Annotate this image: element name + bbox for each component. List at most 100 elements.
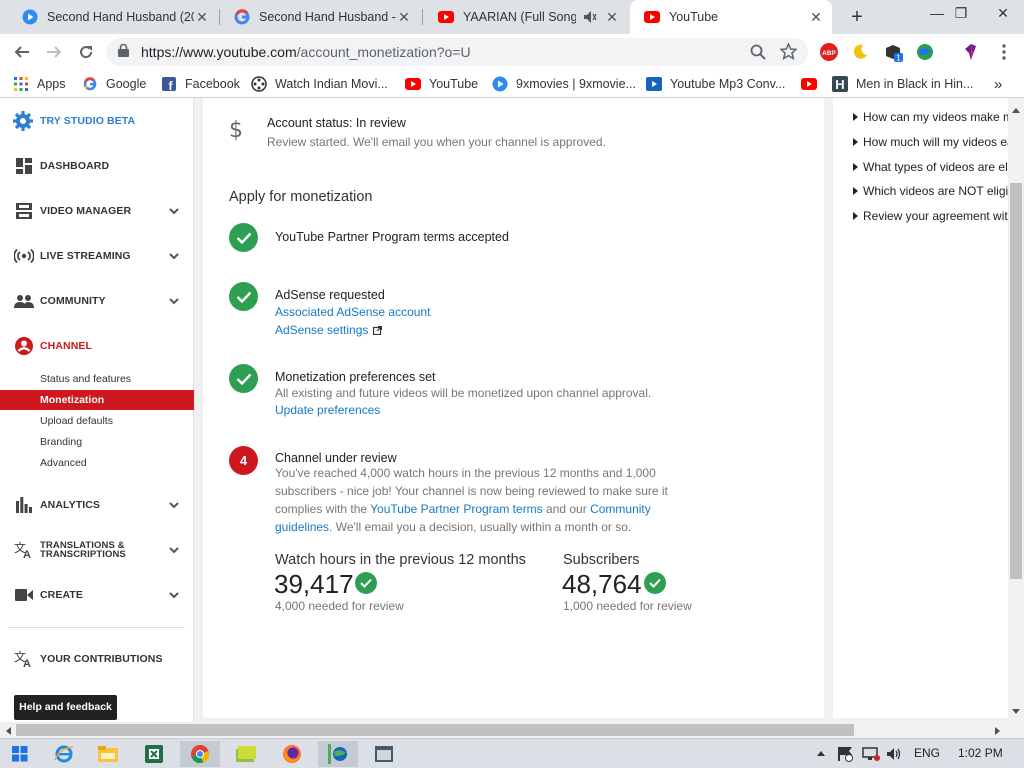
internet-explorer-icon[interactable] — [44, 741, 84, 767]
more-bookmarks-icon[interactable]: » — [994, 75, 1002, 93]
help-topic-item[interactable]: How can my videos make m — [853, 110, 1008, 124]
paragraph-text: and our — [542, 502, 591, 516]
bookmark-facebook[interactable]: f Facebook — [161, 75, 240, 93]
system-clock[interactable]: 1:02 PM — [958, 746, 1003, 760]
globe-extension-icon[interactable] — [916, 43, 934, 61]
windows-start-icon[interactable] — [0, 741, 40, 767]
bookmark-apps[interactable]: Apps — [13, 75, 66, 93]
youtube-icon — [801, 76, 817, 92]
sidebar-item-community[interactable]: COMMUNITY — [0, 286, 194, 316]
chevron-down-icon[interactable] — [168, 295, 180, 307]
adsense-settings-link[interactable]: AdSense settings — [275, 323, 383, 337]
address-toolbar: https://www.youtube.com/account_monetiza… — [0, 34, 1024, 70]
bookmark-youtube-red[interactable] — [801, 75, 825, 93]
menu-kebab-icon[interactable] — [992, 40, 1016, 64]
browser-tab-2[interactable]: Second Hand Husband - G ✕ — [220, 0, 420, 34]
spreadsheet-app-icon[interactable] — [134, 741, 174, 767]
back-icon[interactable] — [10, 40, 34, 64]
video-manager-icon — [14, 201, 34, 221]
input-language[interactable]: ENG — [914, 746, 940, 760]
chevron-down-icon[interactable] — [168, 205, 180, 217]
zoom-search-icon[interactable] — [750, 44, 766, 63]
scroll-up-arrow-icon[interactable] — [1011, 106, 1021, 114]
speaker-mute-icon[interactable] — [582, 9, 598, 25]
forward-icon[interactable] — [42, 40, 66, 64]
adblock-extension-icon[interactable]: ABP — [820, 43, 838, 61]
help-topic-item[interactable]: How much will my videos ea — [853, 135, 1008, 149]
firefox-icon[interactable] — [272, 741, 312, 767]
browser-tab-3[interactable]: YAARIAN (Full Song) | ✕ — [424, 0, 628, 34]
scroll-left-arrow-icon[interactable] — [4, 726, 12, 736]
sidebar-item-translations[interactable]: 文A TRANSLATIONS & TRANSCRIPTIONS — [0, 535, 194, 565]
sidebar-subitem-branding[interactable]: Branding — [0, 432, 194, 452]
sidebar-item-live-streaming[interactable]: LIVE STREAMING — [0, 241, 194, 271]
apps-grid-icon — [13, 76, 29, 92]
link-label: AdSense settings — [275, 323, 369, 337]
browser-tab-1[interactable]: Second Hand Husband (20 ✕ — [8, 0, 218, 34]
chevron-down-icon[interactable] — [168, 499, 180, 511]
sidebar-subitem-status-and-features[interactable]: Status and features — [0, 369, 194, 389]
url-bar[interactable]: https://www.youtube.com/account_monetiza… — [106, 38, 808, 66]
horizontal-scrollbar-thumb[interactable] — [16, 724, 854, 736]
bookmark-youtube[interactable]: YouTube — [405, 75, 478, 93]
sidebar-subitem-monetization[interactable]: Monetization — [0, 390, 194, 410]
sidebar-subitem-advanced[interactable]: Advanced — [0, 453, 194, 473]
sidebar-item-your-contributions[interactable]: 文A YOUR CONTRIBUTIONS — [0, 644, 194, 674]
subscribers-label: Subscribers — [563, 552, 640, 568]
sidebar-item-video-manager[interactable]: VIDEO MANAGER — [0, 196, 194, 226]
account-circle-icon — [14, 336, 34, 356]
bookmark-google[interactable]: Google — [82, 75, 146, 93]
help-topic-label: How can my videos make m — [863, 110, 1008, 124]
subscribers-value: 48,764 — [562, 569, 642, 599]
file-explorer-icon[interactable] — [88, 741, 128, 767]
bookmark-9xmovies[interactable]: 9xmovies | 9xmovie... — [492, 75, 636, 93]
scroll-right-arrow-icon[interactable] — [994, 726, 1002, 736]
tab-separator — [422, 9, 423, 25]
network-icon[interactable] — [862, 747, 880, 761]
chevron-down-icon[interactable] — [168, 589, 180, 601]
tray-expand-icon[interactable] — [816, 750, 826, 757]
volume-icon[interactable] — [886, 747, 902, 761]
bookmark-star-icon[interactable] — [779, 42, 798, 63]
sidebar-item-create[interactable]: CREATE — [0, 580, 194, 610]
partner-program-terms-link[interactable]: YouTube Partner Program terms — [370, 502, 543, 516]
close-tab-icon[interactable]: ✕ — [194, 9, 210, 26]
sidebar-item-channel[interactable]: CHANNEL — [0, 331, 194, 361]
close-tab-icon[interactable]: ✕ — [396, 9, 412, 26]
action-center-flag-icon[interactable] — [836, 746, 854, 762]
youtube-icon — [438, 9, 454, 25]
bookmark-youtube-mp3[interactable]: Youtube Mp3 Conv... — [646, 75, 785, 93]
help-and-feedback-button[interactable]: Help and feedback — [14, 695, 117, 720]
bookmark-watch-indian-movies[interactable]: Watch Indian Movi... — [251, 75, 388, 93]
box-extension-icon[interactable]: 1 — [884, 43, 903, 63]
profile-avatar-icon[interactable] — [962, 43, 980, 61]
chrome-icon[interactable] — [180, 741, 220, 767]
update-preferences-link[interactable]: Update preferences — [275, 403, 380, 417]
bookmark-men-in-black[interactable]: H Men in Black in Hin... — [832, 75, 973, 93]
url-path: /account_monetization?o=U — [296, 44, 471, 60]
folder-files-icon[interactable] — [226, 741, 266, 767]
moon-extension-icon[interactable] — [851, 43, 869, 61]
associated-adsense-account-link[interactable]: Associated AdSense account — [275, 305, 430, 319]
scroll-down-arrow-icon[interactable] — [1011, 708, 1021, 716]
help-topic-item[interactable]: Which videos are NOT eligib — [853, 184, 1008, 198]
chevron-down-icon[interactable] — [168, 544, 180, 556]
sidebar-item-dashboard[interactable]: DASHBOARD — [0, 151, 194, 181]
help-topic-item[interactable]: What types of videos are eli — [853, 160, 1008, 174]
close-tab-icon[interactable]: ✕ — [604, 9, 620, 26]
close-tab-icon[interactable]: ✕ — [808, 9, 824, 26]
window-app-icon[interactable] — [364, 741, 404, 767]
globe-app-icon[interactable] — [318, 741, 358, 767]
dashboard-icon — [14, 156, 34, 176]
vertical-scrollbar-thumb[interactable] — [1010, 183, 1022, 579]
chevron-down-icon[interactable] — [168, 250, 180, 262]
sidebar-subitem-upload-defaults[interactable]: Upload defaults — [0, 411, 194, 431]
browser-tab-4-active[interactable]: YouTube ✕ — [630, 0, 832, 34]
close-window-icon[interactable]: ✕ — [988, 3, 1018, 23]
reload-icon[interactable] — [74, 40, 98, 64]
help-topic-item[interactable]: Review your agreement with — [853, 209, 1008, 223]
sidebar-item-try-studio-beta[interactable]: TRY STUDIO BETA — [0, 106, 194, 136]
restore-icon[interactable]: ❐ — [946, 3, 976, 23]
new-tab-icon[interactable]: + — [846, 6, 868, 28]
sidebar-item-analytics[interactable]: ANALYTICS — [0, 490, 194, 520]
